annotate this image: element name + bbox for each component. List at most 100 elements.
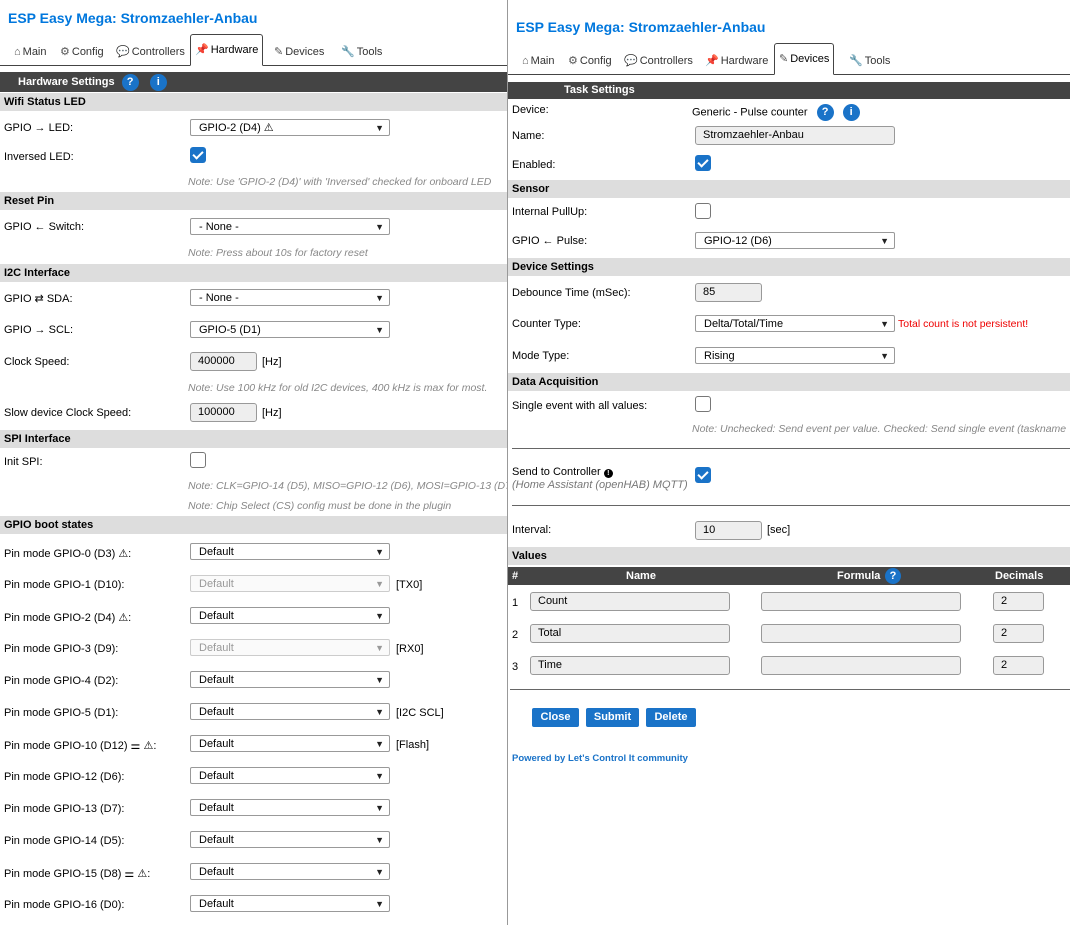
value-decimals-input[interactable]: 2 <box>993 656 1044 675</box>
device-label: Device: <box>512 104 549 116</box>
tab-config[interactable]: ⚙ Config <box>564 47 616 75</box>
slow-clock-input[interactable]: 100000 <box>190 403 257 422</box>
value-formula-input[interactable] <box>761 656 961 675</box>
boot-row-label: Pin mode GPIO-5 (D1): <box>4 707 119 719</box>
counter-type-select[interactable]: Delta/Total/Time ▼ <box>695 315 895 332</box>
boot-mode-select[interactable]: Default ▼ <box>190 639 390 656</box>
submit-button[interactable]: Submit <box>586 708 639 727</box>
enabled-checkbox[interactable] <box>695 155 711 171</box>
boot-mode-select[interactable]: Default ▼ <box>190 671 390 688</box>
tab-controllers[interactable]: 💬 Controllers <box>620 47 697 75</box>
init-spi-label: Init SPI: <box>4 456 43 468</box>
tab-devices[interactable]: ✎ Devices <box>774 43 835 75</box>
tab-hardware[interactable]: 📌 Hardware <box>701 47 772 75</box>
hardware-window: ESP Easy Mega: Stromzaehler-Anbau ⌂ Main … <box>0 0 507 925</box>
pulse-gpio-select[interactable]: GPIO-12 (D6) ▼ <box>695 232 895 249</box>
boot-mode-select[interactable]: Default ▼ <box>190 831 390 848</box>
value-name-input[interactable]: Total <box>530 624 730 643</box>
gear-icon: ⚙ <box>60 46 70 58</box>
pin-icon: 📌 <box>705 55 719 67</box>
name-input[interactable]: Stromzaehler-Anbau <box>695 126 895 145</box>
boot-mode-select[interactable]: Default ▼ <box>190 607 390 624</box>
info-icon[interactable]: i <box>842 104 860 121</box>
select-value: Default <box>199 706 234 718</box>
device-value: Generic - Pulse counter ? i <box>692 104 860 121</box>
led-gpio-label: GPIO → LED: <box>4 122 74 134</box>
tab-controllers[interactable]: 💬 Controllers <box>112 38 189 66</box>
tab-label: Config <box>579 55 612 67</box>
tab-main[interactable]: ⌂ Main <box>10 38 51 66</box>
tab-main[interactable]: ⌂ Main <box>518 47 559 75</box>
single-event-checkbox[interactable] <box>695 396 711 412</box>
value-decimals-input[interactable]: 2 <box>993 592 1044 611</box>
pullup-checkbox[interactable] <box>695 203 711 219</box>
clock-speed-unit: [Hz] <box>262 356 282 368</box>
boot-mode-select[interactable]: Default ▼ <box>190 735 390 752</box>
boot-row-label: Pin mode GPIO-4 (D2): <box>4 675 119 687</box>
boot-mode-select[interactable]: Default ▼ <box>190 895 390 912</box>
send-controller-checkbox[interactable] <box>695 467 711 483</box>
col-formula: Formula <box>837 570 881 582</box>
init-spi-checkbox[interactable] <box>190 452 206 468</box>
sda-select[interactable]: - None - ▼ <box>190 289 390 306</box>
value-decimals-input[interactable]: 2 <box>993 624 1044 643</box>
tab-label: Hardware <box>720 55 769 67</box>
tab-label: Tools <box>864 55 891 67</box>
inversed-led-checkbox[interactable] <box>190 147 206 163</box>
boot-mode-select[interactable]: Default ▼ <box>190 703 390 720</box>
boot-row-suffix: [RX0] <box>396 643 424 655</box>
info-dot-icon: ! <box>603 469 613 478</box>
select-value: Default <box>199 546 234 558</box>
help-icon[interactable]: ? <box>121 73 139 91</box>
boot-row-label: Pin mode GPIO-0 (D3) ⚠: <box>4 548 132 560</box>
value-formula-input[interactable] <box>761 592 961 611</box>
value-name-input[interactable]: Count <box>530 592 730 611</box>
tab-config[interactable]: ⚙ Config <box>56 38 108 66</box>
send-controller-text: Send to Controller <box>512 466 601 478</box>
chevron-down-icon: ▼ <box>375 293 384 303</box>
delete-button[interactable]: Delete <box>646 708 696 727</box>
boot-mode-select[interactable]: Default ▼ <box>190 799 390 816</box>
debounce-input[interactable]: 85 <box>695 283 762 302</box>
scl-select[interactable]: GPIO-5 (D1) ▼ <box>190 321 390 338</box>
clock-speed-label: Clock Speed: <box>4 356 70 368</box>
tab-tools[interactable]: 🔧 Tools <box>337 38 386 66</box>
boot-mode-select[interactable]: Default ▼ <box>190 863 390 880</box>
tab-tools[interactable]: 🔧 Tools <box>845 47 894 75</box>
help-icon[interactable]: ? <box>816 104 834 121</box>
tab-hardware[interactable]: 📌 Hardware <box>190 34 264 66</box>
boot-mode-select[interactable]: Default ▼ <box>190 767 390 784</box>
clock-speed-input[interactable]: 400000 <box>190 352 257 371</box>
select-value: - None - <box>199 292 239 304</box>
chat-icon: 💬 <box>116 46 130 58</box>
value-name-input[interactable]: Time <box>530 656 730 675</box>
value-formula-input[interactable] <box>761 624 961 643</box>
chevron-down-icon: ▼ <box>375 803 384 813</box>
tab-label: Config <box>71 46 104 58</box>
close-button[interactable]: Close <box>532 708 579 727</box>
boot-mode-select[interactable]: Default ▼ <box>190 575 390 592</box>
devices-window: ESP Easy Mega: Stromzaehler-Anbau ⌂ Main … <box>507 0 1070 925</box>
tab-devices[interactable]: ✎ Devices <box>270 38 328 66</box>
section-values: Values <box>508 547 1070 565</box>
formula-help-icon[interactable]: ? <box>885 568 901 584</box>
boot-row-suffix: [Flash] <box>396 739 430 751</box>
debounce-label: Debounce Time (mSec): <box>512 287 631 299</box>
boot-row-suffix: [TX0] <box>396 579 423 591</box>
chevron-down-icon: ▼ <box>375 867 384 877</box>
boot-mode-select[interactable]: Default ▼ <box>190 543 390 560</box>
led-gpio-select[interactable]: GPIO-2 (D4) ⚠ ▼ <box>190 119 390 136</box>
chevron-down-icon: ▼ <box>375 707 384 717</box>
section-i2c: I2C Interface <box>0 264 507 282</box>
footer-link[interactable]: Powered by Let's Control It community <box>512 753 688 764</box>
value-row-num: 2 <box>512 629 519 641</box>
mode-type-select[interactable]: Rising ▼ <box>695 347 895 364</box>
chevron-down-icon: ▼ <box>880 236 889 246</box>
app-title: ESP Easy Mega: Stromzaehler-Anbau <box>8 10 258 26</box>
select-value: Delta/Total/Time <box>704 318 784 330</box>
interval-input[interactable]: 10 <box>695 521 762 540</box>
single-event-note: Note: Unchecked: Send event per value. C… <box>692 423 1067 435</box>
info-icon[interactable]: i <box>149 73 167 91</box>
reset-switch-select[interactable]: - None - ▼ <box>190 218 390 235</box>
boot-row-label: Pin mode GPIO-16 (D0): <box>4 899 125 911</box>
